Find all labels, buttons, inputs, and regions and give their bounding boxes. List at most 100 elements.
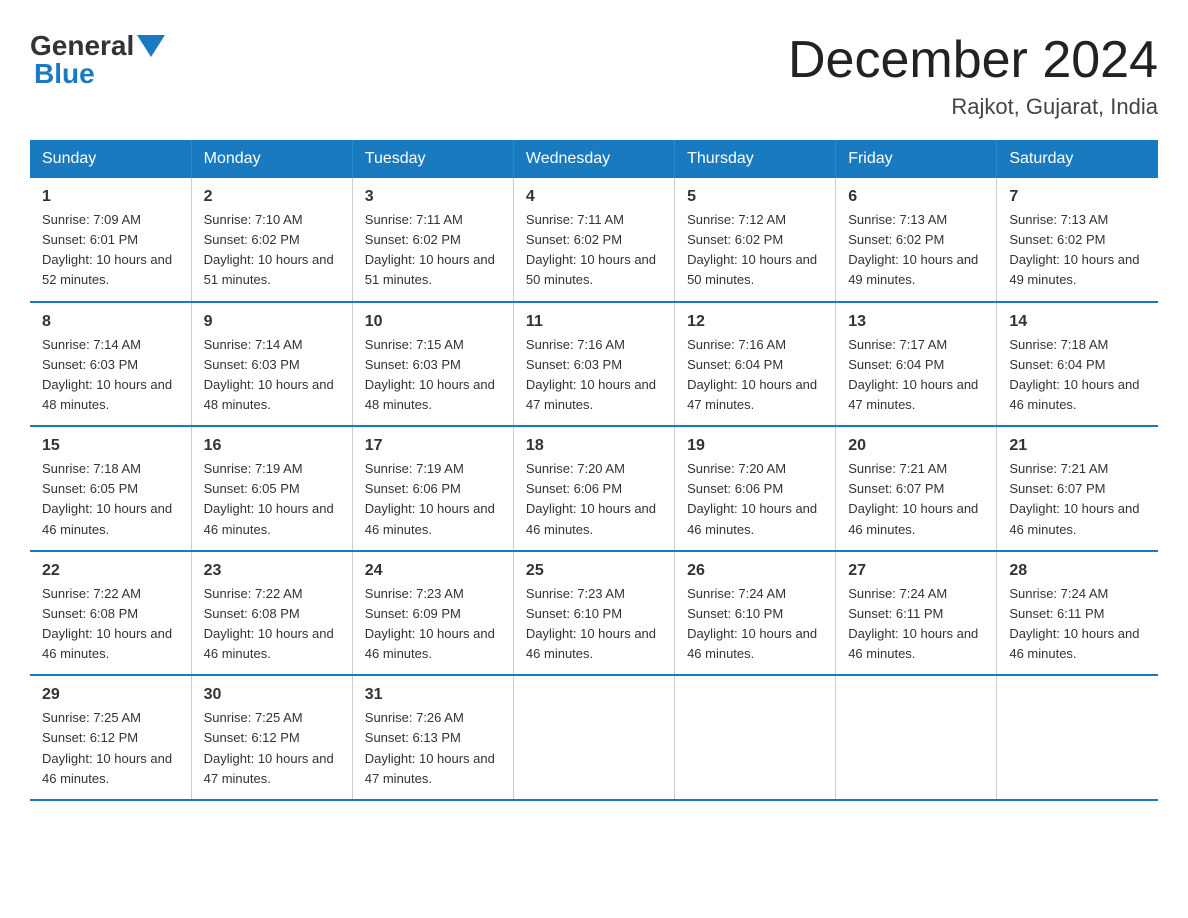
- day-info: Sunrise: 7:21 AMSunset: 6:07 PMDaylight:…: [1009, 459, 1146, 540]
- day-info: Sunrise: 7:12 AMSunset: 6:02 PMDaylight:…: [687, 210, 823, 291]
- day-number: 30: [204, 686, 340, 704]
- table-row: 26 Sunrise: 7:24 AMSunset: 6:10 PMDaylig…: [675, 551, 836, 676]
- day-info: Sunrise: 7:22 AMSunset: 6:08 PMDaylight:…: [204, 584, 340, 665]
- table-row: 28 Sunrise: 7:24 AMSunset: 6:11 PMDaylig…: [997, 551, 1158, 676]
- day-info: Sunrise: 7:18 AMSunset: 6:05 PMDaylight:…: [42, 459, 179, 540]
- day-number: 18: [526, 437, 662, 455]
- day-number: 26: [687, 562, 823, 580]
- table-row: 22 Sunrise: 7:22 AMSunset: 6:08 PMDaylig…: [30, 551, 191, 676]
- day-number: 23: [204, 562, 340, 580]
- table-row: 30 Sunrise: 7:25 AMSunset: 6:12 PMDaylig…: [191, 675, 352, 800]
- table-row: 24 Sunrise: 7:23 AMSunset: 6:09 PMDaylig…: [352, 551, 513, 676]
- table-row: [675, 675, 836, 800]
- day-number: 12: [687, 313, 823, 331]
- logo-triangle-icon: [137, 35, 165, 57]
- day-info: Sunrise: 7:26 AMSunset: 6:13 PMDaylight:…: [365, 708, 501, 789]
- table-row: 25 Sunrise: 7:23 AMSunset: 6:10 PMDaylig…: [513, 551, 674, 676]
- table-row: 10 Sunrise: 7:15 AMSunset: 6:03 PMDaylig…: [352, 302, 513, 427]
- day-info: Sunrise: 7:24 AMSunset: 6:10 PMDaylight:…: [687, 584, 823, 665]
- table-row: 17 Sunrise: 7:19 AMSunset: 6:06 PMDaylig…: [352, 426, 513, 551]
- day-number: 19: [687, 437, 823, 455]
- day-info: Sunrise: 7:23 AMSunset: 6:10 PMDaylight:…: [526, 584, 662, 665]
- header-thursday: Thursday: [675, 140, 836, 178]
- logo: General Blue: [30, 30, 168, 90]
- calendar-week-row: 8 Sunrise: 7:14 AMSunset: 6:03 PMDayligh…: [30, 302, 1158, 427]
- calendar-table: Sunday Monday Tuesday Wednesday Thursday…: [30, 140, 1158, 801]
- day-info: Sunrise: 7:09 AMSunset: 6:01 PMDaylight:…: [42, 210, 179, 291]
- header-tuesday: Tuesday: [352, 140, 513, 178]
- day-number: 29: [42, 686, 179, 704]
- day-number: 21: [1009, 437, 1146, 455]
- table-row: 15 Sunrise: 7:18 AMSunset: 6:05 PMDaylig…: [30, 426, 191, 551]
- day-info: Sunrise: 7:20 AMSunset: 6:06 PMDaylight:…: [687, 459, 823, 540]
- day-number: 28: [1009, 562, 1146, 580]
- table-row: 2 Sunrise: 7:10 AMSunset: 6:02 PMDayligh…: [191, 178, 352, 302]
- day-info: Sunrise: 7:16 AMSunset: 6:04 PMDaylight:…: [687, 335, 823, 416]
- day-number: 31: [365, 686, 501, 704]
- day-number: 27: [848, 562, 984, 580]
- calendar-week-row: 22 Sunrise: 7:22 AMSunset: 6:08 PMDaylig…: [30, 551, 1158, 676]
- table-row: 7 Sunrise: 7:13 AMSunset: 6:02 PMDayligh…: [997, 178, 1158, 302]
- day-info: Sunrise: 7:10 AMSunset: 6:02 PMDaylight:…: [204, 210, 340, 291]
- day-info: Sunrise: 7:25 AMSunset: 6:12 PMDaylight:…: [204, 708, 340, 789]
- calendar-week-row: 29 Sunrise: 7:25 AMSunset: 6:12 PMDaylig…: [30, 675, 1158, 800]
- table-row: 4 Sunrise: 7:11 AMSunset: 6:02 PMDayligh…: [513, 178, 674, 302]
- calendar-title: December 2024: [788, 30, 1158, 90]
- day-info: Sunrise: 7:21 AMSunset: 6:07 PMDaylight:…: [848, 459, 984, 540]
- day-number: 22: [42, 562, 179, 580]
- table-row: 20 Sunrise: 7:21 AMSunset: 6:07 PMDaylig…: [836, 426, 997, 551]
- day-info: Sunrise: 7:22 AMSunset: 6:08 PMDaylight:…: [42, 584, 179, 665]
- table-row: 3 Sunrise: 7:11 AMSunset: 6:02 PMDayligh…: [352, 178, 513, 302]
- header-saturday: Saturday: [997, 140, 1158, 178]
- table-row: 19 Sunrise: 7:20 AMSunset: 6:06 PMDaylig…: [675, 426, 836, 551]
- day-number: 5: [687, 188, 823, 206]
- day-info: Sunrise: 7:20 AMSunset: 6:06 PMDaylight:…: [526, 459, 662, 540]
- calendar-week-row: 1 Sunrise: 7:09 AMSunset: 6:01 PMDayligh…: [30, 178, 1158, 302]
- table-row: 8 Sunrise: 7:14 AMSunset: 6:03 PMDayligh…: [30, 302, 191, 427]
- day-info: Sunrise: 7:14 AMSunset: 6:03 PMDaylight:…: [42, 335, 179, 416]
- day-info: Sunrise: 7:13 AMSunset: 6:02 PMDaylight:…: [1009, 210, 1146, 291]
- day-info: Sunrise: 7:23 AMSunset: 6:09 PMDaylight:…: [365, 584, 501, 665]
- table-row: [513, 675, 674, 800]
- day-number: 25: [526, 562, 662, 580]
- day-number: 4: [526, 188, 662, 206]
- table-row: 11 Sunrise: 7:16 AMSunset: 6:03 PMDaylig…: [513, 302, 674, 427]
- day-number: 11: [526, 313, 662, 331]
- day-info: Sunrise: 7:24 AMSunset: 6:11 PMDaylight:…: [1009, 584, 1146, 665]
- day-number: 20: [848, 437, 984, 455]
- page-header: General Blue December 2024 Rajkot, Gujar…: [30, 30, 1158, 120]
- day-number: 13: [848, 313, 984, 331]
- logo-blue-text: Blue: [34, 58, 95, 89]
- table-row: 31 Sunrise: 7:26 AMSunset: 6:13 PMDaylig…: [352, 675, 513, 800]
- table-row: 16 Sunrise: 7:19 AMSunset: 6:05 PMDaylig…: [191, 426, 352, 551]
- day-number: 3: [365, 188, 501, 206]
- table-row: [997, 675, 1158, 800]
- day-info: Sunrise: 7:17 AMSunset: 6:04 PMDaylight:…: [848, 335, 984, 416]
- table-row: 18 Sunrise: 7:20 AMSunset: 6:06 PMDaylig…: [513, 426, 674, 551]
- day-info: Sunrise: 7:14 AMSunset: 6:03 PMDaylight:…: [204, 335, 340, 416]
- table-row: 27 Sunrise: 7:24 AMSunset: 6:11 PMDaylig…: [836, 551, 997, 676]
- day-info: Sunrise: 7:19 AMSunset: 6:06 PMDaylight:…: [365, 459, 501, 540]
- day-info: Sunrise: 7:11 AMSunset: 6:02 PMDaylight:…: [365, 210, 501, 291]
- table-row: 9 Sunrise: 7:14 AMSunset: 6:03 PMDayligh…: [191, 302, 352, 427]
- day-number: 15: [42, 437, 179, 455]
- table-row: 23 Sunrise: 7:22 AMSunset: 6:08 PMDaylig…: [191, 551, 352, 676]
- table-row: 21 Sunrise: 7:21 AMSunset: 6:07 PMDaylig…: [997, 426, 1158, 551]
- day-number: 2: [204, 188, 340, 206]
- table-row: 13 Sunrise: 7:17 AMSunset: 6:04 PMDaylig…: [836, 302, 997, 427]
- day-number: 10: [365, 313, 501, 331]
- day-number: 8: [42, 313, 179, 331]
- title-section: December 2024 Rajkot, Gujarat, India: [788, 30, 1158, 120]
- header-monday: Monday: [191, 140, 352, 178]
- table-row: 12 Sunrise: 7:16 AMSunset: 6:04 PMDaylig…: [675, 302, 836, 427]
- day-info: Sunrise: 7:18 AMSunset: 6:04 PMDaylight:…: [1009, 335, 1146, 416]
- day-number: 9: [204, 313, 340, 331]
- day-info: Sunrise: 7:13 AMSunset: 6:02 PMDaylight:…: [848, 210, 984, 291]
- day-number: 24: [365, 562, 501, 580]
- day-number: 14: [1009, 313, 1146, 331]
- header-friday: Friday: [836, 140, 997, 178]
- table-row: 1 Sunrise: 7:09 AMSunset: 6:01 PMDayligh…: [30, 178, 191, 302]
- day-info: Sunrise: 7:25 AMSunset: 6:12 PMDaylight:…: [42, 708, 179, 789]
- header-wednesday: Wednesday: [513, 140, 674, 178]
- day-info: Sunrise: 7:19 AMSunset: 6:05 PMDaylight:…: [204, 459, 340, 540]
